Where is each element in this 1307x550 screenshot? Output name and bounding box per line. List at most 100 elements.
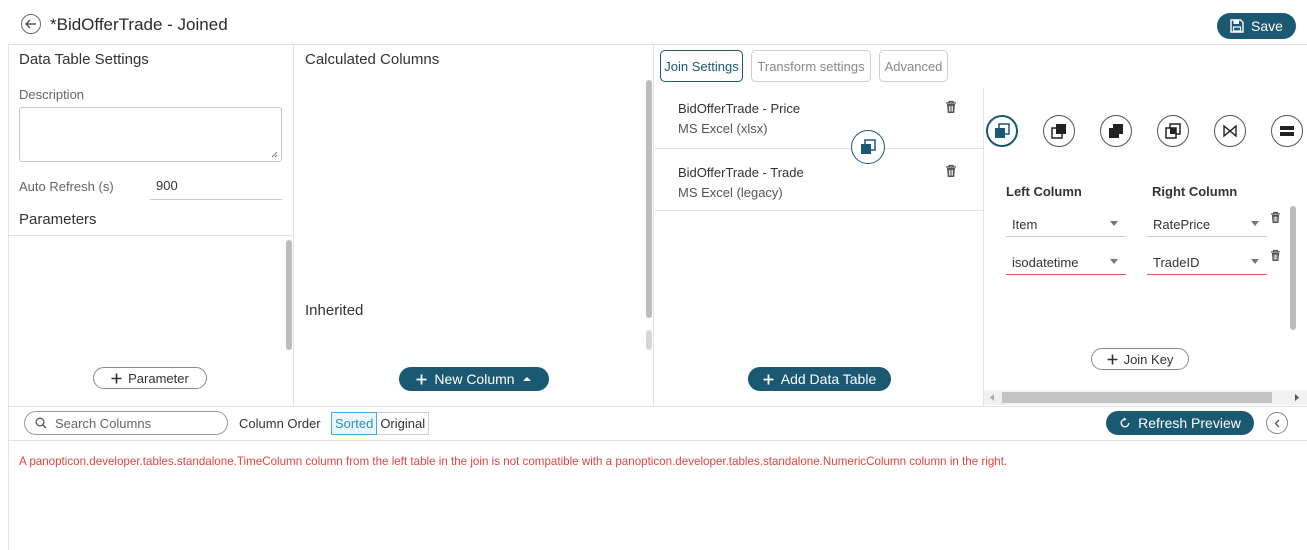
join-table-item[interactable]: BidOfferTrade - Trade MS Excel (legacy) [655, 149, 983, 211]
add-join-key-label: Join Key [1123, 351, 1174, 367]
tab-join-settings[interactable]: Join Settings [660, 50, 743, 82]
dropdown-caret-icon [1110, 259, 1118, 264]
join-type-left-button[interactable] [986, 115, 1018, 147]
search-placeholder: Search Columns [55, 415, 152, 431]
column-order-label: Column Order [239, 416, 321, 431]
order-original-button[interactable]: Original [377, 413, 428, 434]
refresh-preview-button[interactable]: Refresh Preview [1106, 411, 1254, 435]
horizontal-scrollbar[interactable] [984, 390, 1307, 405]
join-type-inner-button[interactable] [1100, 115, 1132, 147]
tab-advanced-label: Advanced [884, 58, 943, 74]
scroll-right-icon[interactable] [1295, 394, 1300, 401]
resize-grip-icon[interactable] [271, 151, 278, 158]
calculated-columns-scrollbar-lower[interactable] [646, 330, 652, 350]
caret-up-icon [522, 377, 531, 381]
left-join-icon [861, 139, 876, 154]
horizontal-scrollbar-thumb[interactable] [1002, 392, 1272, 403]
refresh-preview-label: Refresh Preview [1138, 415, 1241, 431]
parameters-divider [9, 235, 293, 236]
table-name: BidOfferTrade - Trade [678, 165, 804, 180]
join-keys-scrollbar[interactable] [1290, 206, 1296, 330]
panel-divider-3 [983, 88, 984, 406]
table-source: MS Excel (xlsx) [678, 121, 768, 136]
trash-icon[interactable] [1270, 211, 1281, 224]
parameters-title: Parameters [19, 211, 97, 228]
chevron-left-icon [1274, 419, 1280, 427]
panel-divider-1 [293, 44, 294, 406]
union-icon [1280, 126, 1294, 136]
add-join-key-button[interactable]: Join Key [1091, 348, 1189, 370]
description-label: Description [19, 87, 85, 102]
outer-join-icon [1165, 123, 1181, 139]
plus-icon [416, 374, 427, 384]
inherited-label: Inherited [305, 302, 364, 319]
left-column-value: isodatetime [1012, 255, 1079, 270]
plus-icon [111, 373, 122, 383]
current-join-type-badge[interactable] [851, 130, 885, 164]
scroll-left-icon[interactable] [990, 394, 995, 401]
column-order-toggle: Sorted Original [331, 412, 430, 435]
left-column-select[interactable]: isodatetime [1006, 249, 1126, 275]
data-table-settings-title: Data Table Settings [19, 51, 149, 68]
search-icon [35, 417, 47, 429]
back-button[interactable] [21, 14, 41, 34]
right-column-select[interactable]: RatePrice [1147, 211, 1267, 237]
left-column-value: Item [1012, 217, 1038, 232]
refresh-icon [1120, 417, 1130, 428]
auto-refresh-input[interactable]: 900 [150, 176, 282, 200]
join-type-natural-button[interactable] [1214, 115, 1246, 147]
trash-icon[interactable] [945, 100, 957, 114]
right-column-value: RatePrice [1153, 217, 1211, 232]
add-parameter-label: Parameter [128, 370, 189, 386]
add-data-table-label: Add Data Table [780, 371, 877, 387]
tab-advanced[interactable]: Advanced [879, 50, 948, 82]
table-name: BidOfferTrade - Price [678, 101, 801, 116]
tab-join-settings-label: Join Settings [664, 58, 739, 74]
new-column-button[interactable]: New Column [399, 367, 549, 391]
table-source: MS Excel (legacy) [678, 185, 783, 200]
trash-icon[interactable] [945, 164, 957, 178]
add-data-table-button[interactable]: Add Data Table [748, 367, 891, 391]
preview-toolbar-divider [8, 440, 1307, 441]
tab-transform-settings[interactable]: Transform settings [751, 50, 871, 82]
save-button-label: Save [1251, 18, 1283, 34]
natural-join-icon [1223, 124, 1237, 138]
save-button[interactable]: Save [1217, 13, 1296, 39]
right-column-header: Right Column [1152, 184, 1238, 199]
right-column-value: TradeID [1153, 255, 1200, 270]
dropdown-caret-icon [1251, 221, 1259, 226]
panel-divider-2 [653, 44, 654, 406]
new-column-label: New Column [434, 371, 515, 387]
plus-icon [1107, 354, 1118, 364]
trash-icon[interactable] [1270, 249, 1281, 262]
join-error-message: A panopticon.developer.tables.standalone… [19, 455, 1008, 468]
calculated-columns-title: Calculated Columns [305, 51, 440, 68]
left-join-icon [995, 123, 1010, 138]
calculated-columns-scrollbar[interactable] [646, 80, 652, 318]
join-type-outer-button[interactable] [1157, 115, 1189, 147]
left-border [8, 44, 9, 550]
join-type-union-button[interactable] [1271, 115, 1303, 147]
auto-refresh-label: Auto Refresh (s) [19, 179, 114, 194]
add-parameter-button[interactable]: Parameter [93, 367, 207, 389]
join-table-item[interactable]: BidOfferTrade - Price MS Excel (xlsx) [655, 87, 983, 149]
right-column-select[interactable]: TradeID [1147, 249, 1267, 275]
page-title: *BidOfferTrade - Joined [50, 15, 228, 34]
header-divider [8, 44, 1307, 45]
arrow-left-icon [25, 19, 36, 29]
inner-join-icon [1109, 124, 1123, 138]
tab-transform-settings-label: Transform settings [757, 58, 865, 74]
plus-icon [763, 374, 774, 384]
parameters-scrollbar[interactable] [286, 240, 292, 350]
order-sorted-button[interactable]: Sorted [331, 412, 378, 435]
description-textarea[interactable] [19, 107, 282, 162]
floppy-disk-icon [1230, 19, 1244, 33]
join-type-right-button[interactable] [1043, 115, 1075, 147]
dropdown-caret-icon [1110, 221, 1118, 226]
collapse-preview-button[interactable] [1266, 412, 1288, 434]
left-column-header: Left Column [1006, 184, 1082, 199]
search-columns-input[interactable]: Search Columns [24, 411, 228, 435]
dropdown-caret-icon [1251, 259, 1259, 264]
preview-top-divider [8, 406, 1307, 407]
left-column-select[interactable]: Item [1006, 211, 1126, 237]
